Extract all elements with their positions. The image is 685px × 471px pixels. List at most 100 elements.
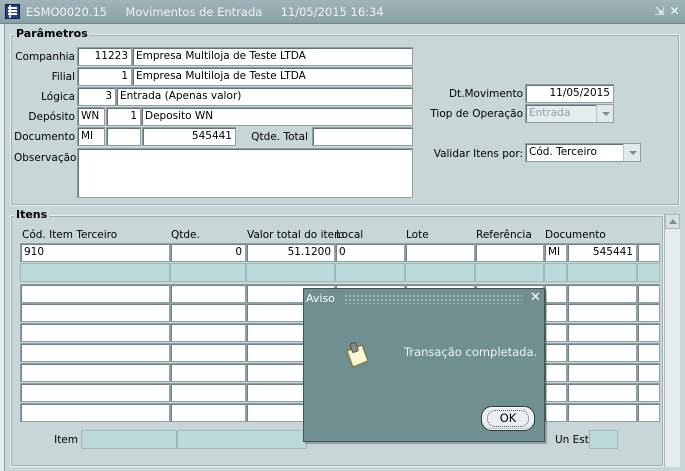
logica-code-field[interactable]: 3	[77, 87, 116, 106]
grid-cell-r7-extra[interactable]	[637, 383, 660, 402]
documento-extra-field[interactable]	[106, 127, 141, 146]
aviso-dialog-title: Aviso	[306, 292, 335, 305]
grid-cell-r4-cod-item[interactable]	[20, 323, 170, 342]
grid-cell-r5-doc-prefix[interactable]	[544, 343, 567, 362]
col-documento-header: Documento	[545, 229, 606, 241]
form-datetime: 11/05/2015 16:34	[280, 5, 384, 19]
col-referencia-header: Referência	[476, 229, 532, 241]
close-window-icon[interactable]: ✕	[668, 4, 681, 18]
grid-cell-r1-local[interactable]	[335, 263, 405, 282]
grid-cell-r1-extra[interactable]	[637, 263, 660, 282]
grid-cell-r5-extra[interactable]	[637, 343, 660, 362]
dialog-close-icon[interactable]: ✕	[528, 290, 543, 306]
qtde-total-label: Qtde. Total	[251, 131, 308, 143]
qtde-total-field[interactable]	[312, 127, 413, 146]
grid-cell-r5-doc-number[interactable]	[567, 343, 637, 362]
grid-cell-r8-qtde[interactable]	[170, 403, 246, 422]
grid-cell-r8-doc-prefix[interactable]	[544, 403, 567, 422]
grid-cell-r3-qtde[interactable]	[170, 303, 246, 322]
tiop-operacao-label: Tiop de Operação	[430, 108, 523, 120]
grid-cell-r2-qtde[interactable]	[170, 284, 246, 303]
validar-itens-dropdown-icon[interactable]	[623, 144, 640, 161]
col-lote-header: Lote	[406, 229, 429, 241]
un-est-field	[589, 430, 618, 449]
grid-cell-r0-qtde[interactable]: 0	[170, 243, 246, 262]
grid-cell-r3-doc-prefix[interactable]	[544, 303, 567, 322]
companhia-code-field[interactable]: 11223	[77, 47, 132, 66]
documento-label: Documento	[14, 131, 75, 143]
grid-cell-r8-extra[interactable]	[637, 403, 660, 422]
grid-cell-r6-qtde[interactable]	[170, 363, 246, 382]
grid-cell-r0-doc-prefix[interactable]: MI	[544, 243, 567, 262]
grid-cell-r4-doc-prefix[interactable]	[544, 323, 567, 342]
col-cod-item-header: Cód. Item Terceiro	[22, 229, 118, 241]
grid-cell-r2-extra[interactable]	[637, 284, 660, 303]
filial-label: Filial	[51, 71, 75, 83]
grid-cell-r0-lote[interactable]	[405, 243, 475, 262]
grid-cell-r0-valor-total[interactable]: 51.1200	[246, 243, 335, 262]
grid-cell-r3-extra[interactable]	[637, 303, 660, 322]
col-local-header: Local	[336, 229, 364, 241]
companhia-name-field[interactable]: Empresa Multiloja de Teste LTDA	[132, 47, 413, 66]
note-icon	[346, 342, 369, 368]
grid-cell-r1-lote[interactable]	[405, 263, 475, 282]
grid-cell-r8-cod-item[interactable]	[20, 403, 170, 422]
minimize-icon[interactable]: ⇲	[653, 4, 666, 18]
grid-cell-r4-extra[interactable]	[637, 323, 660, 342]
documento-number-field[interactable]: 545441	[142, 127, 236, 146]
grid-cell-r6-cod-item[interactable]	[20, 363, 170, 382]
itens-vertical-scrollbar[interactable]	[664, 214, 680, 467]
grid-cell-r0-local[interactable]: 0	[335, 243, 405, 262]
documento-prefix-field[interactable]: MI	[77, 127, 105, 146]
window-title: ESMO0020.15 Movimentos de Entrada 11/05/…	[26, 5, 384, 19]
deposito-prefix-field[interactable]: WN	[77, 107, 105, 126]
item-footer-label: Item	[54, 434, 78, 446]
ok-button-label: OK	[499, 411, 517, 425]
logica-name-field[interactable]: Entrada (Apenas valor)	[116, 87, 413, 106]
grid-cell-r5-cod-item[interactable]	[20, 343, 170, 362]
grid-cell-r3-doc-number[interactable]	[567, 303, 637, 322]
grid-cell-r1-cod-item[interactable]	[20, 263, 170, 282]
dt-movimento-field[interactable]: 11/05/2015	[525, 84, 614, 103]
window-title-bar: ESMO0020.15 Movimentos de Entrada 11/05/…	[0, 0, 685, 24]
grid-cell-r0-extra[interactable]	[637, 243, 660, 262]
grid-cell-r2-doc-prefix[interactable]	[544, 284, 567, 303]
grid-cell-r0-referencia[interactable]	[475, 243, 544, 262]
grid-cell-r6-extra[interactable]	[637, 363, 660, 382]
form-title: Movimentos de Entrada	[125, 5, 263, 19]
grid-cell-r1-doc-prefix[interactable]	[544, 263, 567, 282]
scroll-up-arrow-icon[interactable]	[665, 214, 680, 229]
deposito-name-field[interactable]: Deposito WN	[141, 107, 413, 126]
grid-cell-r2-doc-number[interactable]	[567, 284, 637, 303]
grid-cell-r4-doc-number[interactable]	[567, 323, 637, 342]
grid-cell-r1-qtde[interactable]	[170, 263, 246, 282]
ok-button[interactable]: OK	[481, 406, 535, 431]
col-qtde-header: Qtde.	[171, 229, 200, 241]
grid-cell-r8-doc-number[interactable]	[567, 403, 637, 422]
grid-cell-r2-cod-item[interactable]	[20, 284, 170, 303]
deposito-code-field[interactable]: 1	[106, 107, 141, 126]
grid-cell-r7-doc-prefix[interactable]	[544, 383, 567, 402]
grid-cell-r0-cod-item[interactable]: 910	[20, 243, 170, 262]
observacao-textarea[interactable]	[77, 148, 413, 198]
dialog-message: Transação completada.	[404, 345, 538, 359]
grid-cell-r5-qtde[interactable]	[170, 343, 246, 362]
itens-section-title: Itens	[14, 208, 50, 221]
validar-itens-label: Validar Itens por:	[433, 148, 523, 160]
grid-cell-r1-referencia[interactable]	[475, 263, 544, 282]
grid-cell-r0-doc-number[interactable]: 545441	[567, 243, 637, 262]
filial-name-field[interactable]: Empresa Multiloja de Teste LTDA	[132, 67, 413, 86]
grid-cell-r7-doc-number[interactable]	[567, 383, 637, 402]
filial-code-field[interactable]: 1	[77, 67, 132, 86]
grid-cell-r4-qtde[interactable]	[170, 323, 246, 342]
grid-cell-r1-valor-total[interactable]	[246, 263, 335, 282]
dt-movimento-label: Dt.Movimento	[448, 88, 523, 100]
grid-cell-r7-qtde[interactable]	[170, 383, 246, 402]
grid-cell-r1-doc-number[interactable]	[567, 263, 637, 282]
grid-cell-r3-cod-item[interactable]	[20, 303, 170, 322]
tiop-operacao-value: Entrada	[529, 107, 571, 119]
deposito-label: Depósito	[28, 111, 75, 123]
grid-cell-r6-doc-prefix[interactable]	[544, 363, 567, 382]
grid-cell-r6-doc-number[interactable]	[567, 363, 637, 382]
grid-cell-r7-cod-item[interactable]	[20, 383, 170, 402]
